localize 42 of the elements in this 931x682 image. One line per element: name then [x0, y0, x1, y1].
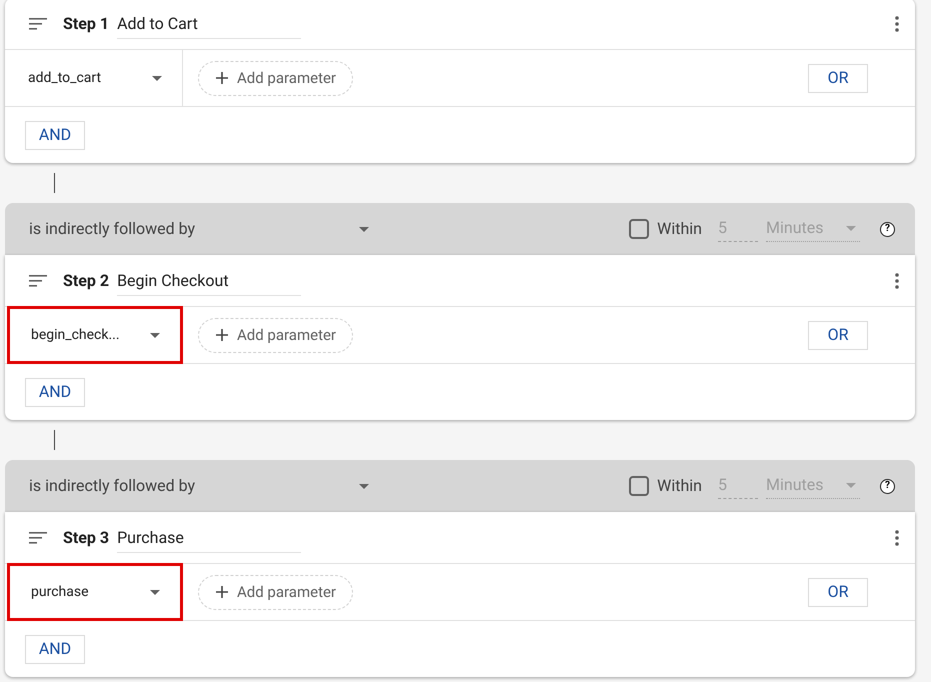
step-name-field[interactable]: Add to Cart — [117, 12, 302, 39]
caret-icon — [846, 226, 856, 230]
help-icon[interactable]: ? — [880, 222, 895, 236]
or-button[interactable]: OR — [808, 320, 868, 350]
add-parameter-button[interactable]: Add parameter — [198, 574, 354, 610]
more-vert-icon[interactable] — [895, 530, 899, 546]
caret-icon — [359, 226, 369, 232]
step-label: Step 1 — [63, 12, 110, 34]
event-dropdown[interactable]: add_to_cart — [7, 49, 183, 107]
add-parameter-button[interactable]: Add parameter — [198, 60, 354, 96]
sort-icon[interactable] — [29, 274, 47, 286]
plus-icon — [215, 328, 229, 342]
within-checkbox[interactable] — [629, 476, 650, 496]
plus-icon — [215, 585, 229, 599]
event-dropdown[interactable]: purchase — [7, 563, 183, 621]
sort-icon[interactable] — [29, 18, 47, 30]
step-name-field[interactable]: Purchase — [117, 526, 302, 553]
step-label: Step 3 — [63, 526, 110, 548]
and-button[interactable]: AND — [25, 120, 85, 150]
or-button[interactable]: OR — [808, 578, 868, 606]
add-parameter-button[interactable]: Add parameter — [198, 318, 354, 352]
step-label: Step 2 — [63, 270, 110, 292]
more-vert-icon[interactable] — [895, 16, 899, 32]
plus-icon — [215, 71, 229, 85]
and-button[interactable]: AND — [25, 634, 85, 664]
within-label: Within — [657, 218, 702, 240]
caret-icon — [150, 590, 160, 594]
within-checkbox[interactable] — [629, 219, 650, 239]
help-icon[interactable]: ? — [880, 478, 895, 494]
or-button[interactable]: OR — [808, 64, 868, 92]
relation-dropdown[interactable]: is indirectly followed by — [29, 474, 369, 498]
relation-dropdown[interactable]: is indirectly followed by — [29, 217, 369, 241]
sort-icon[interactable] — [29, 532, 47, 544]
caret-icon — [359, 484, 369, 488]
and-button[interactable]: AND — [25, 378, 85, 406]
more-vert-icon[interactable] — [895, 272, 899, 288]
within-label: Within — [657, 475, 702, 497]
step-name-field[interactable]: Begin Checkout — [117, 269, 302, 296]
caret-icon — [150, 332, 160, 338]
caret-icon — [152, 76, 162, 80]
event-dropdown[interactable]: begin_check... — [7, 306, 183, 364]
caret-icon — [846, 482, 856, 488]
